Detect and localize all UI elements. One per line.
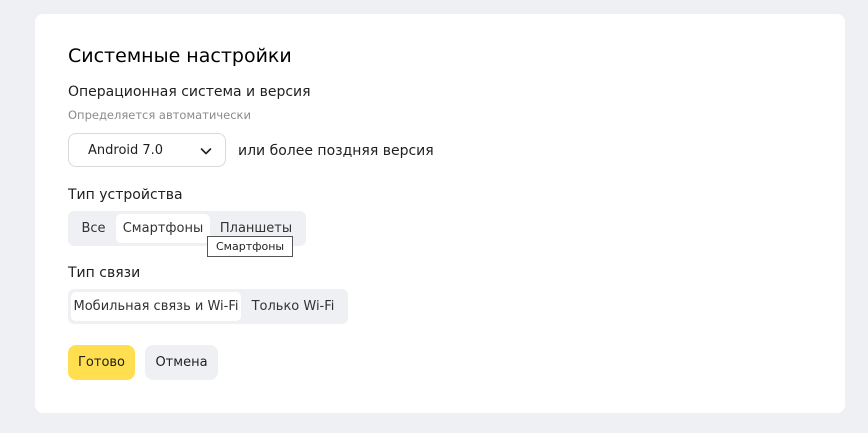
device-type-option-smartphones[interactable]: Смартфоны — [116, 214, 210, 243]
system-settings-card: Системные настройки Операционная система… — [35, 14, 845, 413]
device-type-tooltip: Смартфоны — [207, 236, 294, 257]
os-version-value: Android 7.0 — [88, 142, 164, 158]
connection-type-label: Тип связи — [68, 265, 141, 281]
cancel-button[interactable]: Отмена — [145, 345, 218, 380]
connection-option-mobile-wifi[interactable]: Мобильная связь и Wi-Fi — [71, 292, 241, 321]
connection-option-wifi-only[interactable]: Только Wi-Fi — [241, 292, 345, 321]
os-section-label: Операционная система и версия — [68, 84, 311, 100]
os-hint: Определяется автоматически — [68, 108, 251, 122]
done-button[interactable]: Готово — [68, 345, 135, 380]
device-type-label: Тип устройства — [68, 187, 183, 203]
page-title: Системные настройки — [68, 45, 292, 67]
os-version-select[interactable]: Android 7.0 — [68, 133, 226, 167]
os-version-suffix: или более поздняя версия — [238, 143, 434, 159]
chevron-down-icon — [200, 148, 212, 155]
device-type-option-all[interactable]: Все — [71, 214, 116, 243]
connection-type-switch: Мобильная связь и Wi-Fi Только Wi-Fi — [68, 289, 348, 324]
